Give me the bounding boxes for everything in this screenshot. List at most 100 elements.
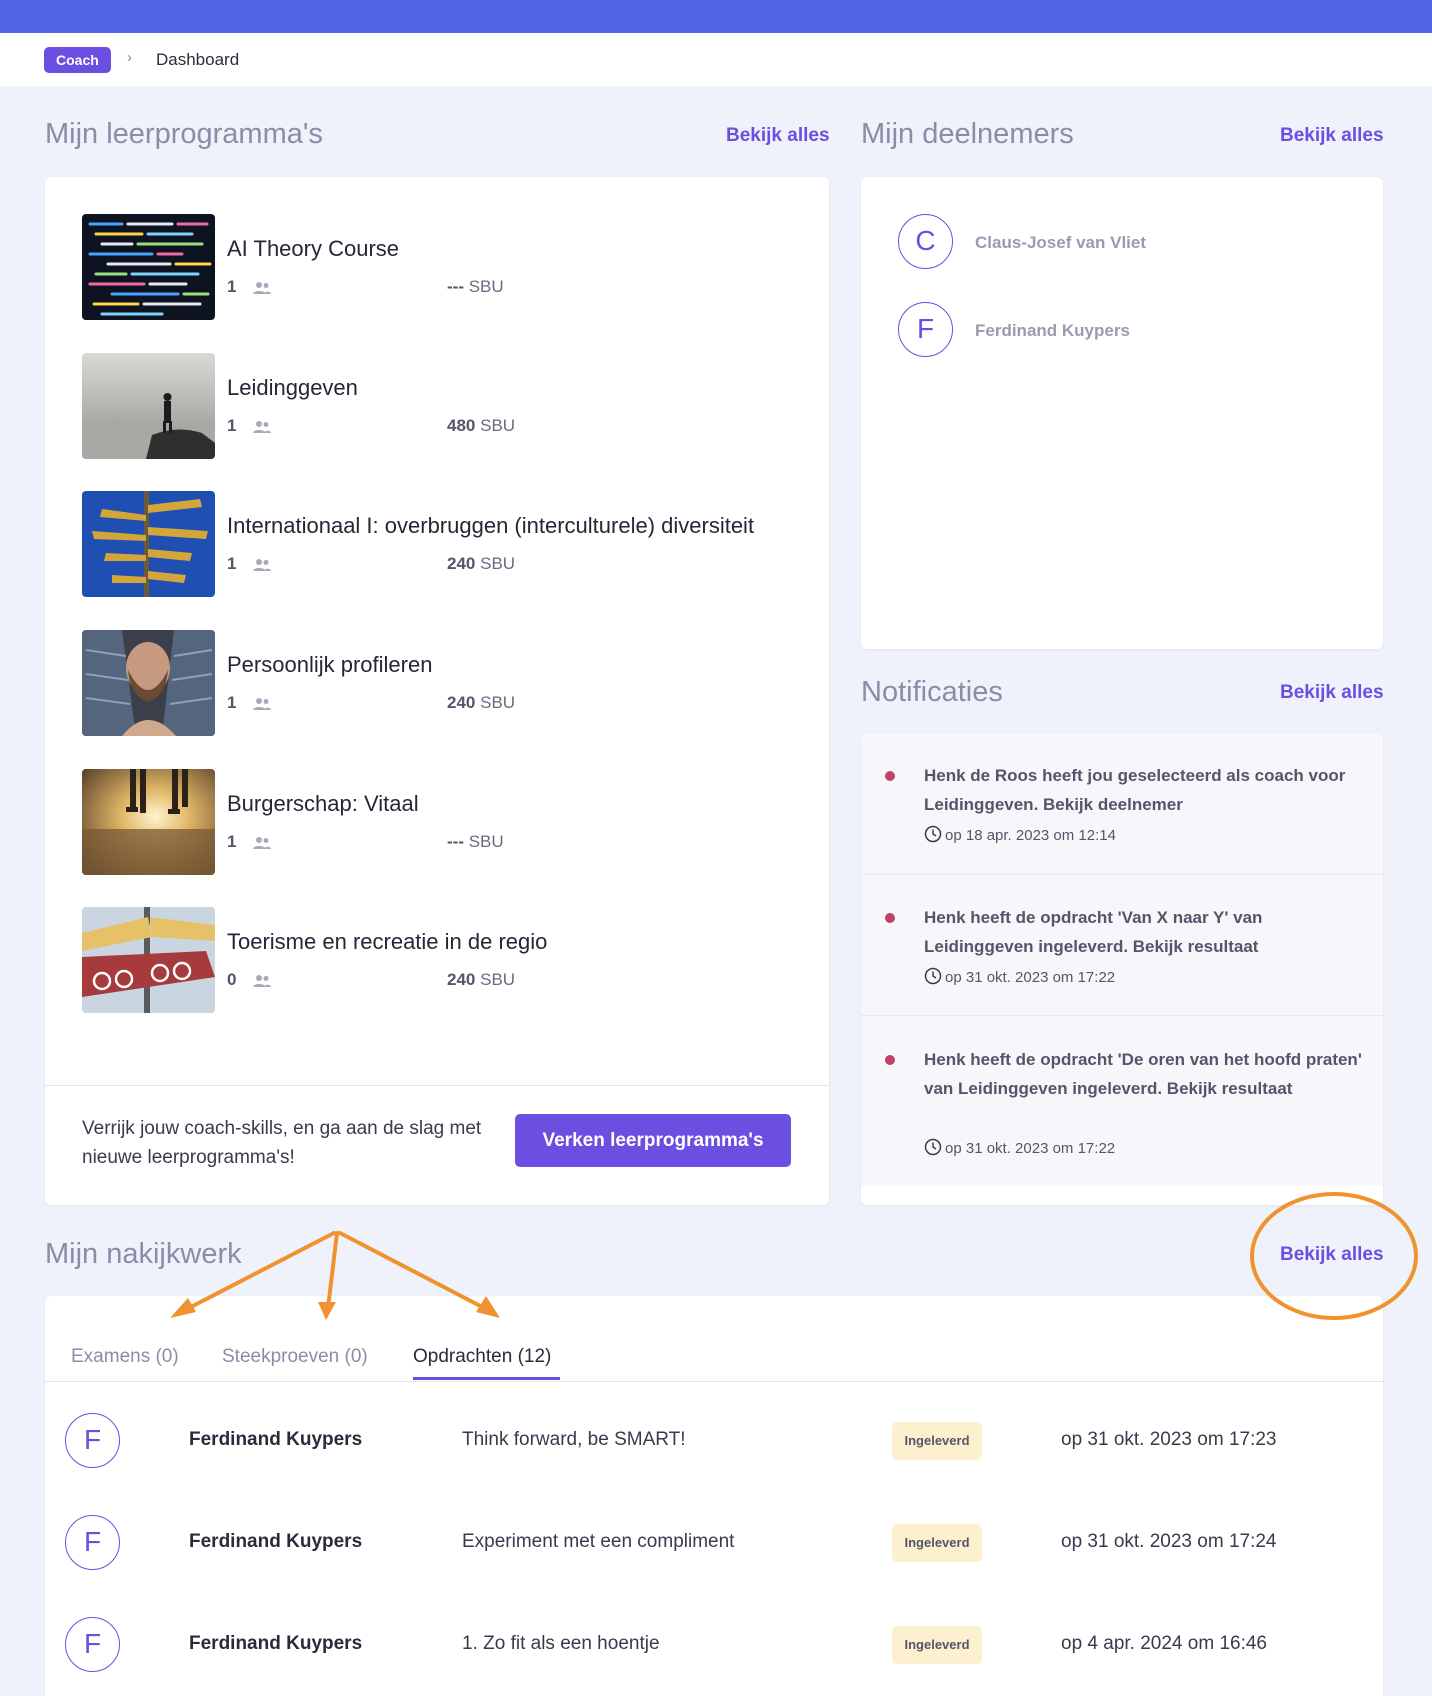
avatar: F (898, 302, 953, 357)
explore-programs-button[interactable]: Verken leerprogramma's (515, 1114, 791, 1167)
participant-count: 1 (227, 277, 237, 296)
sbu-value: 240 (447, 970, 476, 989)
table-row[interactable]: F Ferdinand Kuypers Think forward, be SM… (45, 1390, 1383, 1492)
breadcrumb: Coach › Dashboard (0, 33, 1432, 86)
program-meta: 1 240 SBU (227, 554, 515, 574)
people-icon (253, 836, 272, 849)
sbu-value: 480 (447, 416, 476, 435)
tab-samples[interactable]: Steekproeven (0) (222, 1346, 368, 1368)
programs-view-all-link[interactable]: Bekijk alles (726, 125, 830, 147)
program-meta: 1 240 SBU (227, 693, 515, 713)
program-thumbnail (82, 769, 215, 875)
program-thumbnail (82, 214, 215, 320)
notification-item[interactable]: Henk heeft de opdracht 'De oren van het … (861, 1016, 1383, 1186)
row-student-name: Ferdinand Kuypers (189, 1633, 363, 1654)
row-task: Experiment met een compliment (462, 1531, 735, 1552)
avatar: C (898, 214, 953, 269)
participant-item[interactable]: F Ferdinand Kuypers (861, 267, 1383, 357)
participant-count: 1 (227, 416, 237, 435)
unread-dot (885, 771, 895, 781)
tab-assignments[interactable]: Opdrachten (12) (413, 1346, 551, 1368)
program-item[interactable]: Internationaal I: overbruggen (intercult… (82, 491, 802, 597)
status-badge: Ingeleverd (892, 1524, 982, 1562)
table-row[interactable]: F Ferdinand Kuypers 1. Zo fit als een ho… (45, 1594, 1383, 1696)
people-icon (253, 697, 272, 710)
program-item[interactable]: Persoonlijk profileren 1 240 SBU (82, 630, 802, 736)
program-sbu: 240 SBU (447, 693, 515, 713)
table-row[interactable]: F Ferdinand Kuypers Experiment met een c… (45, 1492, 1383, 1594)
breadcrumb-role-badge[interactable]: Coach (44, 47, 111, 73)
sbu-value: 240 (447, 693, 476, 712)
avatar: F (65, 1515, 120, 1570)
status-badge: Ingeleverd (892, 1422, 982, 1460)
row-date: op 4 apr. 2024 om 16:46 (1061, 1633, 1267, 1654)
clock-icon (924, 967, 942, 985)
program-thumbnail (82, 907, 215, 1013)
program-meta: 0 240 SBU (227, 970, 515, 990)
program-title: Burgerschap: Vitaal (227, 791, 419, 816)
program-meta: 1 --- SBU (227, 277, 504, 297)
participant-name: Ferdinand Kuypers (975, 321, 1130, 340)
notification-time: op 31 okt. 2023 om 17:22 (924, 1138, 1115, 1157)
row-task: 1. Zo fit als een hoentje (462, 1633, 660, 1654)
clock-icon (924, 1138, 942, 1156)
sbu-value: --- (447, 277, 464, 296)
review-title: Mijn nakijkwerk (45, 1238, 242, 1270)
program-sbu: 240 SBU (447, 554, 515, 574)
notifications-view-all-link[interactable]: Bekijk alles (1280, 682, 1384, 704)
sbu-unit: SBU (480, 416, 516, 435)
participants-title: Mijn deelnemers (861, 118, 1074, 150)
sbu-unit: SBU (468, 277, 504, 296)
program-title: Internationaal I: overbruggen (intercult… (227, 513, 755, 538)
notification-time-text: op 31 okt. 2023 om 17:22 (945, 1140, 1116, 1157)
review-card: Examens (0) Steekproeven (0) Opdrachten … (45, 1296, 1383, 1696)
sbu-unit: SBU (468, 832, 504, 851)
participant-count: 0 (227, 970, 237, 989)
clock-icon (924, 825, 942, 843)
unread-dot (885, 1055, 895, 1065)
notification-item[interactable]: Henk heeft de opdracht 'Van X naar Y' va… (861, 875, 1383, 1015)
avatar: F (65, 1413, 120, 1468)
status-badge: Ingeleverd (892, 1626, 982, 1664)
row-date: op 31 okt. 2023 om 17:24 (1061, 1531, 1277, 1552)
notification-time-text: op 18 apr. 2023 om 12:14 (945, 827, 1116, 844)
program-title: Toerisme en recreatie in de regio (227, 929, 548, 954)
people-icon (253, 558, 272, 571)
program-title: Leidinggeven (227, 375, 358, 400)
programs-card: AI Theory Course 1 --- SBU Leidinggeven … (45, 177, 829, 1205)
breadcrumb-current: Dashboard (156, 50, 240, 69)
participant-count: 1 (227, 554, 237, 573)
program-sbu: 240 SBU (447, 970, 515, 990)
tab-exams[interactable]: Examens (0) (71, 1346, 179, 1368)
cta-text: Verrijk jouw coach-skills, en ga aan de … (82, 1118, 482, 1168)
program-sbu: --- SBU (447, 832, 504, 852)
participants-view-all-link[interactable]: Bekijk alles (1280, 125, 1384, 147)
notification-text: Henk de Roos heeft jou geselecteerd als … (924, 766, 1346, 814)
program-item[interactable]: Burgerschap: Vitaal 1 --- SBU (82, 769, 802, 875)
notification-text: Henk heeft de opdracht 'Van X naar Y' va… (924, 908, 1263, 956)
participant-item[interactable]: C Claus-Josef van Vliet (861, 177, 1383, 269)
notification-time-text: op 31 okt. 2023 om 17:22 (945, 969, 1116, 986)
notification-time: op 18 apr. 2023 om 12:14 (924, 825, 1116, 844)
people-icon (253, 420, 272, 433)
unread-dot (885, 913, 895, 923)
row-task: Think forward, be SMART! (462, 1429, 686, 1450)
participant-count: 1 (227, 693, 237, 712)
active-tab-indicator (413, 1377, 560, 1380)
sbu-value: --- (447, 832, 464, 851)
sbu-unit: SBU (480, 554, 516, 573)
program-item[interactable]: Leidinggeven 1 480 SBU (82, 353, 802, 459)
programs-title: Mijn leerprogramma's (45, 118, 323, 150)
program-title: Persoonlijk profileren (227, 652, 433, 677)
program-thumbnail (82, 630, 215, 736)
program-thumbnail (82, 491, 215, 597)
program-meta: 1 --- SBU (227, 832, 504, 852)
avatar: F (65, 1617, 120, 1672)
row-student-name: Ferdinand Kuypers (189, 1429, 363, 1450)
row-date: op 31 okt. 2023 om 17:23 (1061, 1429, 1277, 1450)
notification-item[interactable]: Henk de Roos heeft jou geselecteerd als … (861, 733, 1383, 874)
program-item[interactable]: Toerisme en recreatie in de regio 0 240 … (82, 907, 802, 1013)
program-title: AI Theory Course (227, 236, 400, 261)
program-item[interactable]: AI Theory Course 1 --- SBU (82, 214, 802, 320)
review-view-all-link[interactable]: Bekijk alles (1280, 1244, 1384, 1266)
